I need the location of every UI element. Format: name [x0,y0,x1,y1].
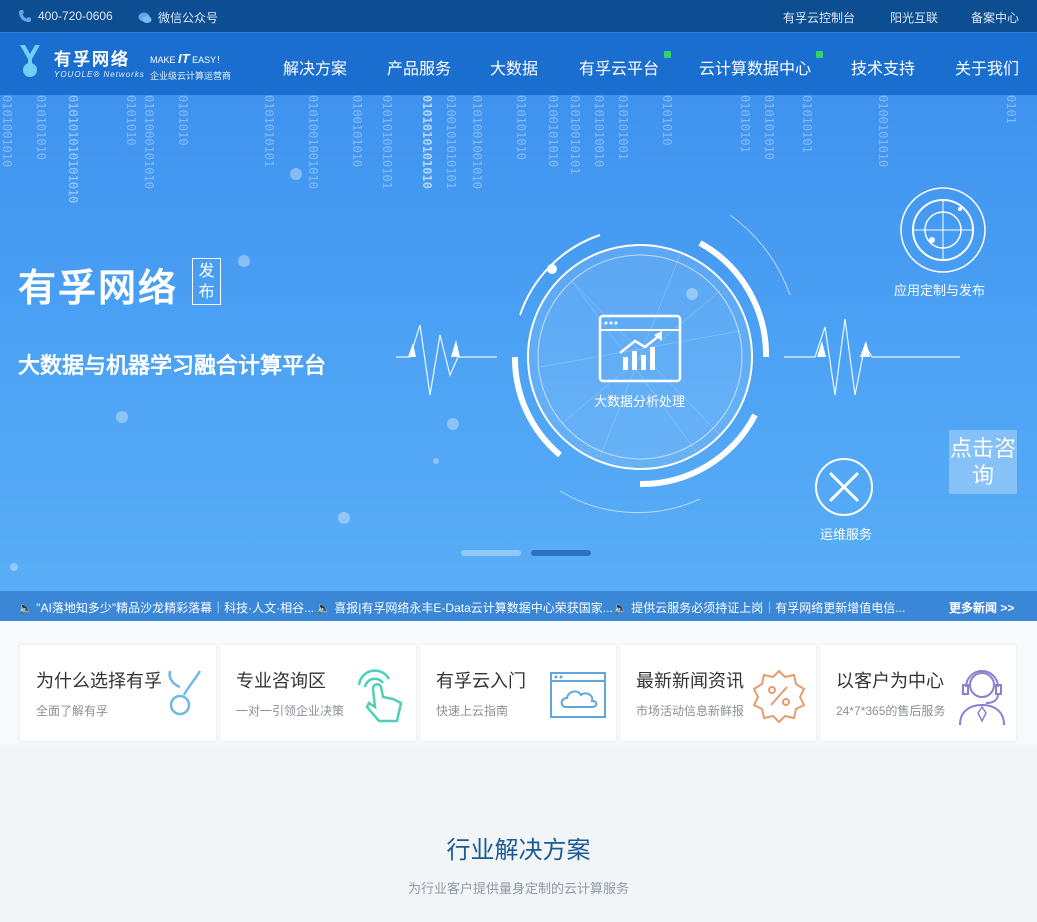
headset-agent-icon [959,670,1005,726]
carousel-dot-active[interactable] [531,550,591,556]
console-link[interactable]: 有孚云控制台 [783,9,855,26]
nav-about[interactable]: 关于我们 [955,55,1019,79]
nav-products[interactable]: 产品服务 [387,55,451,79]
nav-solutions[interactable]: 解决方案 [283,55,347,79]
ticker-item[interactable]: 🔈 喜报|有孚网络永丰E-Data云计算数据中心荣获国家... [316,599,613,616]
tagline-make: MAKE [150,55,176,65]
nav-datacenter-label: 云计算数据中心 [699,61,812,78]
card-subtitle: 一对一引领企业决策 [236,704,345,718]
nav-cloud-platform[interactable]: 有孚云平台 [579,51,672,79]
filing-center-link[interactable]: 备案中心 [971,9,1019,26]
hero-banner[interactable]: 0101001010 010101010 010101010101010 010… [0,95,1037,591]
sunshine-link[interactable]: 阳光互联 [890,9,938,26]
tagline-easy: EASY！ [192,55,226,65]
ticker-text: 提供云服务必须持证上岗｜有孚网络更新增值电信... [631,601,906,615]
card-title: 为什么选择有孚 [36,671,162,691]
wechat-link[interactable]: 微信公众号 [138,9,218,26]
banner-title: 有孚网络 [18,268,179,310]
carousel-dot[interactable] [461,550,521,556]
banner-subtitle: 大数据与机器学习融合计算平台 [18,353,327,378]
wechat-icon [138,12,152,23]
card-subtitle: 快速上云指南 [436,704,509,718]
app-publish-label[interactable]: 应用定制与发布 [894,280,985,299]
logo-y-icon [168,670,202,716]
nav-cloud-platform-label: 有孚云平台 [579,61,660,78]
section-subtitle: 为行业客户提供量身定制的云计算服务 [407,881,629,896]
site-logo[interactable]: 有孚网络 YOUOLE® Networks [18,43,145,81]
logo-name: 有孚网络 [54,50,130,69]
tagline-it: IT [178,51,190,66]
hub-graphic [396,187,986,516]
logo-tagline: MAKE IT EASY！ 企业级云计算运营商 [150,51,231,82]
card-latest-news[interactable]: 最新新闻资讯 市场活动信息新鲜报 [620,645,816,741]
card-title: 有孚云入门 [436,671,526,691]
consult-button[interactable]: 点击咨询 [949,430,1017,494]
card-getting-started[interactable]: 有孚云入门 快速上云指南 [420,645,616,741]
card-title: 专业咨询区 [236,671,326,691]
logo-y-icon [20,45,40,77]
hub-label: 大数据分析处理 [594,394,686,409]
quick-links: 为什么选择有孚 全面了解有孚 专业咨询区 一对一引领企业决策 有孚云入门 快速上… [0,621,1037,745]
phone-number: 400-720-0606 [38,9,113,23]
ticker-text: "AI落地知多少"精品沙龙精彩落幕｜科技·人文·相谷... [36,601,315,615]
ticker-item[interactable]: 🔈 "AI落地知多少"精品沙龙精彩落幕｜科技·人文·相谷... [18,599,314,616]
section-title: 行业解决方案 [446,837,591,864]
card-consulting[interactable]: 专业咨询区 一对一引领企业决策 [220,645,416,741]
card-subtitle: 市场活动信息新鲜报 [636,704,745,718]
cloud-window-icon [550,672,606,718]
nav-datacenter[interactable]: 云计算数据中心 [699,51,824,79]
logo-english: YOUOLE® Networks [54,70,145,79]
card-title: 最新新闻资讯 [636,671,744,691]
card-customer-centric[interactable]: 以客户为中心 24*7*365的售后服务 [820,645,1016,741]
ticker-item[interactable]: 🔈 提供云服务必须持证上岗｜有孚网络更新增值电信... [613,599,905,616]
wechat-label: 微信公众号 [158,11,219,25]
touch-hand-icon [357,669,403,723]
nav-big-data[interactable]: 大数据 [490,55,538,79]
ticker-text: 喜报|有孚网络永丰E-Data云计算数据中心荣获国家... [334,601,613,615]
phone-info: 400-720-0606 [18,9,113,23]
nav-support[interactable]: 技术支持 [851,55,915,79]
card-why-us[interactable]: 为什么选择有孚 全面了解有孚 [20,645,216,741]
main-header: 有孚网络 YOUOLE® Networks MAKE IT EASY！ 企业级云… [0,32,1037,95]
ops-service-label[interactable]: 运维服务 [820,524,872,543]
banner-tag: 发布 [192,258,221,305]
card-title: 以客户为中心 [836,671,944,691]
new-indicator [664,51,672,58]
carousel-indicators [461,550,591,556]
tagline-cn: 企业级云计算运营商 [150,71,232,81]
top-bar: 400-720-0606 微信公众号 有孚云控制台 阳光互联 备案中心 [0,0,1037,32]
phone-icon [19,10,31,22]
card-subtitle: 全面了解有孚 [36,704,109,718]
news-ticker: 🔈 "AI落地知多少"精品沙龙精彩落幕｜科技·人文·相谷... 🔈 喜报|有孚网… [0,591,1037,621]
more-news-link[interactable]: 更多新闻 >> [949,599,1014,616]
new-indicator [816,51,824,58]
card-subtitle: 24*7*365的售后服务 [836,704,946,718]
percent-badge-icon [752,669,806,723]
